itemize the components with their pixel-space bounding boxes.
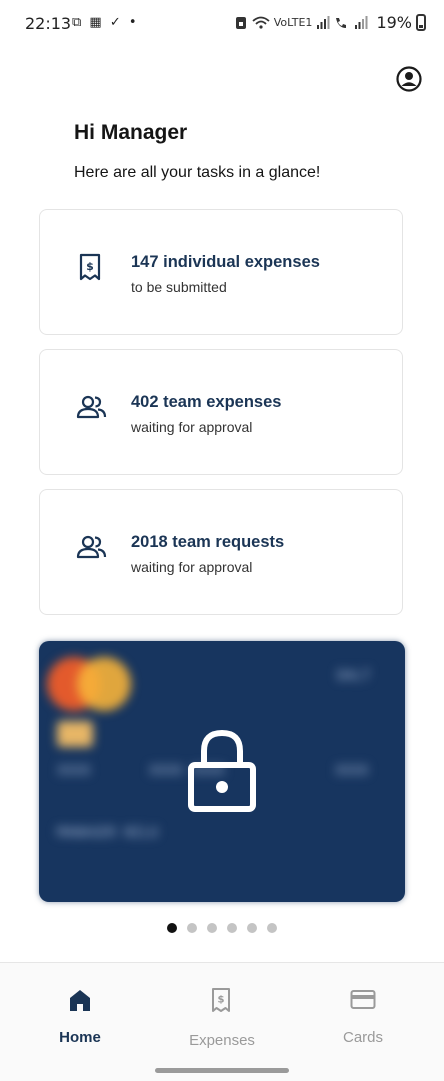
receipt-dollar-icon: $ xyxy=(79,253,101,281)
sim-icon xyxy=(235,16,246,29)
people-icon xyxy=(76,395,107,419)
carousel-dot[interactable] xyxy=(187,923,197,933)
status-bar: 22:13 ⧉ ▦ ✓ • VoLTE1 19% xyxy=(0,0,444,48)
card-brand-text: DALT xyxy=(337,668,371,684)
carousel-dot[interactable] xyxy=(167,923,177,933)
wifi-calling-icon xyxy=(336,17,347,28)
task-card-individual-expenses[interactable]: $ 147 individual expenses to be submitte… xyxy=(39,209,403,335)
home-icon xyxy=(70,990,90,1011)
task-subtitle: waiting for approval xyxy=(131,419,253,435)
card-chip xyxy=(57,721,93,747)
task-title: 147 individual expenses xyxy=(131,253,320,271)
notification-icons: ⧉ ▦ ✓ • xyxy=(72,15,139,30)
receipt-dollar-icon: $ xyxy=(212,988,230,1012)
payment-card-preview[interactable]: DALT XXXX XXXX XXXX XXXX MANAGER NILU xyxy=(39,641,405,902)
carousel-indicator xyxy=(167,923,277,933)
nav-item-home[interactable]: Home xyxy=(6,963,154,1063)
mastercard-logo-yellow xyxy=(77,657,131,711)
carousel-dot[interactable] xyxy=(227,923,237,933)
nav-item-expenses[interactable]: $ Expenses xyxy=(148,963,296,1063)
card-number-group: XXXX xyxy=(335,763,369,779)
task-card-team-requests[interactable]: 2018 team requests waiting for approval xyxy=(39,489,403,615)
battery-percent: 19% xyxy=(376,13,412,32)
task-title: 2018 team requests xyxy=(131,533,285,551)
card-number-group: XXXX xyxy=(57,763,91,779)
carousel-dot[interactable] xyxy=(247,923,257,933)
task-subtitle: waiting for approval xyxy=(131,559,253,575)
page-subtitle: Here are all your tasks in a glance! xyxy=(74,164,321,181)
nav-label-home: Home xyxy=(59,1029,101,1046)
people-icon xyxy=(76,535,107,559)
nav-label-expenses: Expenses xyxy=(189,1032,255,1049)
card-holder-name: MANAGER NILU xyxy=(57,825,159,841)
lock-icon xyxy=(188,729,256,812)
svg-text:$: $ xyxy=(86,260,94,273)
task-subtitle: to be submitted xyxy=(131,279,227,295)
network-label: VoLTE1 xyxy=(273,16,313,29)
signal-icon-2 xyxy=(355,15,368,29)
svg-text:$: $ xyxy=(218,995,225,1006)
wifi-icon xyxy=(252,16,270,29)
carousel-dot[interactable] xyxy=(267,923,277,933)
battery-icon xyxy=(416,14,426,31)
bottom-navigation: Home $ Expenses Cards xyxy=(0,962,444,1081)
task-card-team-expenses[interactable]: 402 team expenses waiting for approval xyxy=(39,349,403,475)
nav-label-cards: Cards xyxy=(342,1029,383,1046)
status-right: VoLTE1 19% xyxy=(234,13,426,32)
profile-icon[interactable] xyxy=(396,66,422,92)
credit-card-icon xyxy=(350,990,376,1009)
gesture-bar[interactable] xyxy=(155,1068,289,1073)
page-title: Hi Manager xyxy=(74,121,188,144)
status-time: 22:13 xyxy=(25,14,72,33)
carousel-dot[interactable] xyxy=(207,923,217,933)
signal-icon xyxy=(317,15,330,29)
task-title: 402 team expenses xyxy=(131,393,282,411)
nav-item-cards[interactable]: Cards xyxy=(289,963,437,1063)
